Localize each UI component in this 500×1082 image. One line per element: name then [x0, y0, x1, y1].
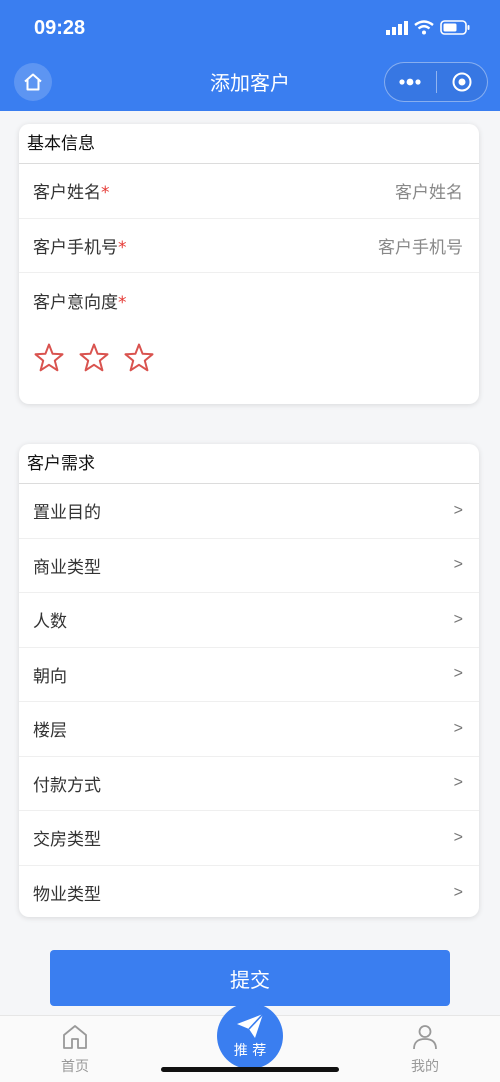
tab-home[interactable]: 首页 [35, 1024, 115, 1076]
customer-phone-input[interactable]: 客户手机号 [378, 233, 463, 258]
customer-name-row[interactable]: 客户姓名* 客户姓名 [19, 164, 479, 219]
chevron-right-icon: > [453, 883, 463, 901]
star-icon[interactable] [123, 342, 155, 374]
tab-recommend[interactable]: 推 荐 [217, 1003, 283, 1069]
tab-recommend-label: 推 荐 [233, 1043, 267, 1059]
needs-item-label: 物业类型 [33, 885, 101, 906]
basic-info-heading: 基本信息 [19, 124, 479, 164]
tab-home-label: 首页 [61, 1059, 89, 1075]
customer-needs-heading: 客户需求 [19, 444, 479, 484]
submit-button[interactable]: 提交 [50, 950, 450, 1006]
needs-item-delivery-type[interactable]: 交房类型 > [19, 811, 479, 866]
needs-item-label: 人数 [33, 612, 67, 633]
wifi-icon [414, 20, 434, 35]
status-icons [386, 20, 470, 35]
needs-item-label: 付款方式 [33, 775, 101, 796]
home-indicator [161, 1067, 339, 1072]
more-dots-icon [399, 78, 421, 86]
more-button[interactable] [385, 63, 436, 101]
needs-item-property-type[interactable]: 物业类型 > [19, 866, 479, 918]
status-time: 09:28 [34, 17, 86, 39]
customer-name-label: 客户姓名* [33, 183, 110, 204]
signal-icon [386, 20, 408, 35]
customer-intent-row: 客户意向度* [19, 273, 479, 328]
needs-item-label: 商业类型 [33, 557, 101, 578]
star-icon[interactable] [33, 342, 65, 374]
chevron-right-icon: > [453, 501, 463, 519]
basic-info-card: 基本信息 客户姓名* 客户姓名 客户手机号* 客户手机号 客户意向度* [19, 124, 479, 404]
needs-item-business-type[interactable]: 商业类型 > [19, 539, 479, 593]
battery-icon [440, 20, 470, 35]
customer-name-input[interactable]: 客户姓名 [395, 178, 463, 203]
customer-needs-card: 客户需求 置业目的 > 商业类型 > 人数 > 朝向 > 楼层 > 付款方式 > 交房类型 >… [19, 444, 479, 917]
home-icon [63, 1025, 87, 1049]
chevron-right-icon: > [453, 665, 463, 683]
needs-item-floor[interactable]: 楼层 > [19, 702, 479, 757]
user-icon [413, 1025, 437, 1050]
needs-item-label: 交房类型 [33, 830, 101, 851]
customer-phone-label: 客户手机号* [33, 237, 127, 258]
chevron-right-icon: > [453, 774, 463, 792]
needs-item-label: 楼层 [33, 721, 67, 742]
paper-plane-icon [237, 1013, 264, 1038]
chevron-right-icon: > [453, 610, 463, 628]
needs-item-purpose[interactable]: 置业目的 > [19, 484, 479, 539]
needs-item-label: 朝向 [33, 666, 67, 687]
needs-item-headcount[interactable]: 人数 > [19, 593, 479, 648]
star-icon[interactable] [78, 342, 110, 374]
chevron-right-icon: > [453, 556, 463, 574]
tab-mine-label: 我的 [411, 1059, 439, 1075]
needs-item-orientation[interactable]: 朝向 > [19, 648, 479, 702]
customer-intent-label: 客户意向度* [33, 292, 127, 313]
close-button[interactable] [437, 63, 488, 101]
chevron-right-icon: > [453, 828, 463, 846]
customer-phone-row[interactable]: 客户手机号* 客户手机号 [19, 219, 479, 273]
needs-item-label: 置业目的 [33, 503, 101, 524]
header: 09:28 添加客户 [0, 0, 500, 111]
mini-program-capsule [384, 62, 488, 102]
needs-item-payment[interactable]: 付款方式 > [19, 757, 479, 811]
chevron-right-icon: > [453, 719, 463, 737]
tab-mine[interactable]: 我的 [385, 1024, 465, 1076]
intent-star-rating[interactable] [19, 342, 479, 374]
target-close-icon [452, 72, 472, 92]
